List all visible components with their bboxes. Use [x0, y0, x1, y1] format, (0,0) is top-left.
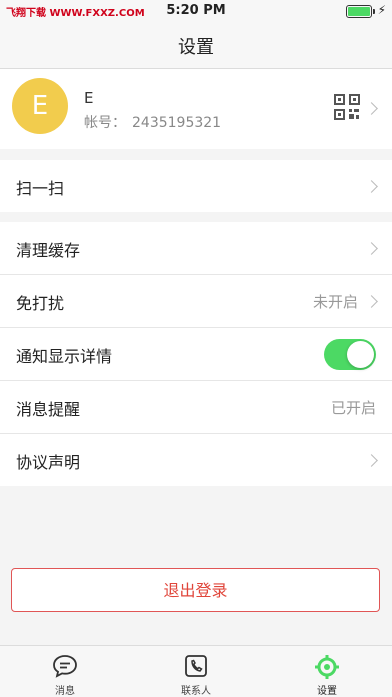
tab-contacts[interactable]: 联系人 — [131, 646, 261, 697]
tab-settings[interactable]: 设置 — [262, 646, 392, 697]
row-dnd-value: 未开启 — [312, 293, 358, 311]
tab-messages[interactable]: 消息 — [0, 646, 130, 697]
row-scan[interactable]: 扫一扫 — [0, 160, 392, 212]
row-do-not-disturb[interactable]: 免打扰 未开启 — [0, 275, 392, 327]
row-agreement[interactable]: 协议声明 — [0, 434, 392, 486]
qr-code-icon[interactable] — [334, 94, 360, 120]
row-notify-detail: 通知显示详情 — [0, 328, 392, 380]
tab-contacts-label: 联系人 — [181, 686, 211, 697]
tab-messages-label: 消息 — [55, 686, 75, 697]
tab-bar: 消息 联系人 设置 — [0, 645, 392, 697]
chevron-right-icon — [365, 180, 378, 193]
row-dnd-label: 免打扰 — [16, 294, 65, 313]
toggle-knob — [347, 341, 374, 368]
row-agreement-label: 协议声明 — [16, 453, 81, 472]
chevron-right-icon — [365, 102, 378, 115]
row-message-alert-value: 已开启 — [330, 399, 376, 417]
account-number: 2435195321 — [132, 115, 222, 131]
nav-bar: 设置 — [0, 22, 392, 69]
logout-button[interactable]: 退出登录 — [11, 568, 380, 612]
row-message-alert-label: 消息提醒 — [16, 400, 81, 419]
chevron-right-icon — [365, 242, 378, 255]
notify-detail-toggle[interactable] — [324, 339, 376, 370]
charging-bolt-icon: ⚡ — [377, 3, 386, 17]
chat-bubble-icon — [53, 655, 77, 678]
chevron-right-icon — [365, 295, 378, 308]
profile-name: E — [84, 89, 94, 107]
row-scan-label: 扫一扫 — [16, 179, 65, 198]
row-notify-detail-label: 通知显示详情 — [16, 347, 113, 366]
chevron-right-icon — [365, 454, 378, 467]
profile-account: 帐号： 2435195321 — [84, 112, 221, 132]
status-bar: 飞翔下载 WWW.FXXZ.COM 5:20 PM ⚡ — [0, 0, 392, 22]
row-message-alert[interactable]: 消息提醒 已开启 — [0, 381, 392, 433]
contacts-phone-icon — [185, 655, 207, 677]
row-clear-cache[interactable]: 清理缓存 — [0, 222, 392, 274]
row-clear-cache-label: 清理缓存 — [16, 241, 81, 260]
status-time: 5:20 PM — [166, 3, 226, 18]
page-title: 设置 — [178, 37, 214, 58]
settings-icon — [315, 655, 339, 679]
tab-settings-label: 设置 — [317, 686, 337, 697]
account-label: 帐号： — [84, 115, 126, 131]
avatar[interactable]: E — [12, 78, 68, 134]
battery-icon — [346, 5, 375, 18]
